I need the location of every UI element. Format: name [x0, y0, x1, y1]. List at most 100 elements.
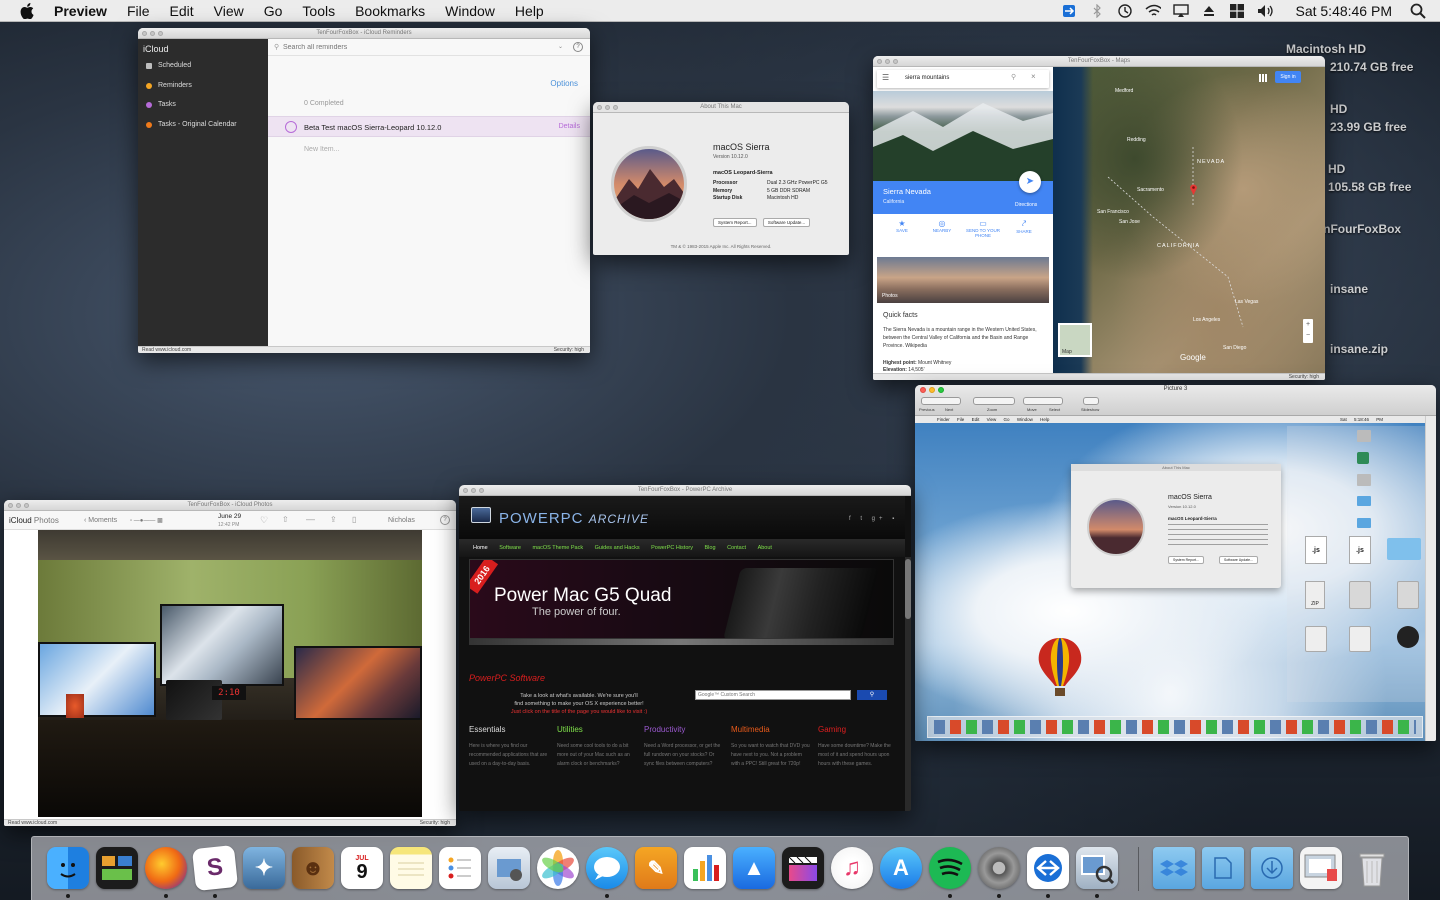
calendar-icon[interactable]: JUL 9	[341, 847, 383, 889]
minimize-icon[interactable]	[150, 31, 155, 36]
map-type-button[interactable]: Map	[1058, 323, 1092, 357]
menu-file[interactable]: File	[127, 3, 150, 19]
menu-help[interactable]: Help	[515, 3, 544, 19]
preview-icon[interactable]	[1076, 847, 1118, 889]
menu-go[interactable]: Go	[264, 3, 283, 19]
minimize-icon[interactable]	[16, 503, 21, 508]
time-machine-icon[interactable]	[1117, 3, 1133, 19]
finder-icon[interactable]	[47, 847, 89, 889]
screenshot-stack-icon[interactable]	[1300, 847, 1342, 889]
category-multimedia[interactable]: Multimedia So you want to watch that DVD …	[731, 725, 811, 769]
teamviewer-status-icon[interactable]	[1061, 3, 1077, 19]
reminder-title[interactable]: Beta Test macOS Sierra-Leopard 10.12.0	[304, 123, 441, 132]
app-store-icon[interactable]: A	[880, 847, 922, 889]
search-button[interactable]: ⚲	[857, 690, 887, 700]
details-link[interactable]: Details	[559, 123, 580, 130]
desktop-label[interactable]: HD	[1328, 162, 1345, 176]
keynote-icon[interactable]: ▲	[733, 847, 775, 889]
photos-strip[interactable]: Photos	[877, 257, 1049, 303]
numbers-icon[interactable]	[684, 847, 726, 889]
apps-grid-icon[interactable]	[1259, 74, 1267, 82]
slideshow-button[interactable]	[1083, 397, 1099, 405]
reminder-row[interactable]: Beta Test macOS Sierra-Leopard 10.12.0 D…	[268, 116, 590, 137]
favorite-heart-icon[interactable]: ♡	[260, 515, 268, 526]
send-action[interactable]: ▭ SEND TO YOUR PHONE	[963, 219, 1003, 238]
category-essentials[interactable]: Essentials Here is where you find our rec…	[469, 725, 549, 769]
share-icon[interactable]: ⇪	[330, 515, 337, 524]
screenshot-image[interactable]: Finder File Edit View Go Window Help Sat…	[915, 416, 1425, 741]
final-cut-icon[interactable]	[782, 847, 824, 889]
new-item-field[interactable]: New Item...	[304, 146, 339, 153]
checkbox-icon[interactable]	[285, 121, 297, 133]
trash-icon[interactable]	[1351, 847, 1393, 889]
zoom-icon[interactable]	[613, 105, 618, 110]
help-icon[interactable]: ?	[573, 42, 583, 52]
minimize-icon[interactable]	[471, 488, 476, 493]
zoom-icon[interactable]	[24, 503, 29, 508]
nav-blog[interactable]: Blog	[705, 545, 716, 551]
sidebar-item-tasks-original[interactable]: Tasks - Original Calendar	[138, 115, 268, 135]
menu-view[interactable]: View	[214, 3, 244, 19]
category-gaming[interactable]: Gaming Have some downtime? Make the most …	[818, 725, 898, 769]
system-report-button[interactable]: System Report...	[713, 218, 757, 227]
zoom-icon[interactable]	[158, 31, 163, 36]
save-action[interactable]: ★ SAVE	[887, 219, 917, 233]
sign-in-button[interactable]: Sign in	[1275, 71, 1301, 83]
help-icon[interactable]: ?	[440, 515, 450, 525]
nav-contact[interactable]: Contact	[727, 545, 746, 551]
completed-count[interactable]: 0 Completed	[304, 100, 344, 107]
vertical-scrollbar[interactable]	[1425, 416, 1436, 741]
place-photo[interactable]	[873, 91, 1053, 181]
desktop-label[interactable]: insane.zip	[1330, 342, 1388, 356]
menu-bookmarks[interactable]: Bookmarks	[355, 3, 425, 19]
zoom-control[interactable]: + −	[1303, 319, 1313, 343]
photos-icon[interactable]	[537, 847, 579, 889]
title-bar[interactable]: TenFourFoxBox - Maps	[873, 56, 1325, 67]
category-utilities[interactable]: Utilities Need some cool tools to do a bi…	[557, 725, 637, 769]
options-link[interactable]: Options	[550, 79, 578, 88]
mission-control-icon[interactable]	[96, 847, 138, 889]
title-bar[interactable]: TenFourFoxBox - PowerPC Archive	[459, 485, 911, 496]
reminders-icon[interactable]	[439, 847, 481, 889]
close-icon[interactable]	[142, 31, 147, 36]
minimize-icon[interactable]	[885, 59, 890, 64]
zoom-icon[interactable]	[893, 59, 898, 64]
minimize-icon[interactable]	[605, 105, 610, 110]
wifi-icon[interactable]	[1145, 3, 1162, 19]
software-update-button[interactable]: Software Update...	[762, 218, 811, 227]
directions-label[interactable]: Directions	[1015, 202, 1037, 208]
search-icon[interactable]: ⚲	[1011, 73, 1016, 81]
zoom-control[interactable]	[973, 397, 1015, 405]
airplay-icon[interactable]	[1173, 3, 1190, 19]
downloads-folder-icon[interactable]	[1251, 847, 1293, 889]
sidebar-item-scheduled[interactable]: Scheduled	[138, 56, 268, 76]
upload-icon[interactable]: ⇧	[282, 515, 289, 524]
messages-icon[interactable]	[586, 847, 628, 889]
spotlight-search-icon[interactable]	[1410, 3, 1426, 19]
close-icon[interactable]	[597, 105, 602, 110]
custom-search-input[interactable]	[695, 690, 851, 700]
nearby-action[interactable]: ◎ NEARBY	[927, 219, 957, 233]
menu-app-name[interactable]: Preview	[54, 3, 107, 19]
nav-theme-pack[interactable]: macOS Theme Pack	[532, 545, 583, 551]
nav-software[interactable]: Software	[499, 545, 521, 551]
zoom-icon[interactable]	[479, 488, 484, 493]
sidebar-item-reminders[interactable]: Reminders	[138, 76, 268, 96]
share-action[interactable]: ⤤ SHARE	[1009, 219, 1039, 234]
sidebar-item-tasks[interactable]: Tasks	[138, 95, 268, 115]
bluetooth-icon[interactable]	[1089, 3, 1105, 19]
dropbox-folder-icon[interactable]	[1153, 847, 1195, 889]
desktop-label[interactable]: HD	[1330, 102, 1347, 116]
documents-folder-icon[interactable]	[1202, 847, 1244, 889]
move-select-control[interactable]	[1023, 397, 1063, 405]
bird-app-icon[interactable]: ✦	[243, 847, 285, 889]
photo-image[interactable]: 2:10	[38, 530, 422, 817]
trash-icon[interactable]: ▯	[352, 515, 356, 524]
site-logo[interactable]: POWERPC ARCHIVE	[499, 510, 649, 527]
spotify-icon[interactable]	[929, 847, 971, 889]
contacts-icon[interactable]: ☻	[292, 847, 334, 889]
clear-icon[interactable]: ×	[1031, 72, 1036, 81]
menu-window[interactable]: Window	[445, 3, 495, 19]
user-menu[interactable]: Nicholas	[388, 517, 415, 524]
eject-icon[interactable]	[1201, 3, 1217, 19]
